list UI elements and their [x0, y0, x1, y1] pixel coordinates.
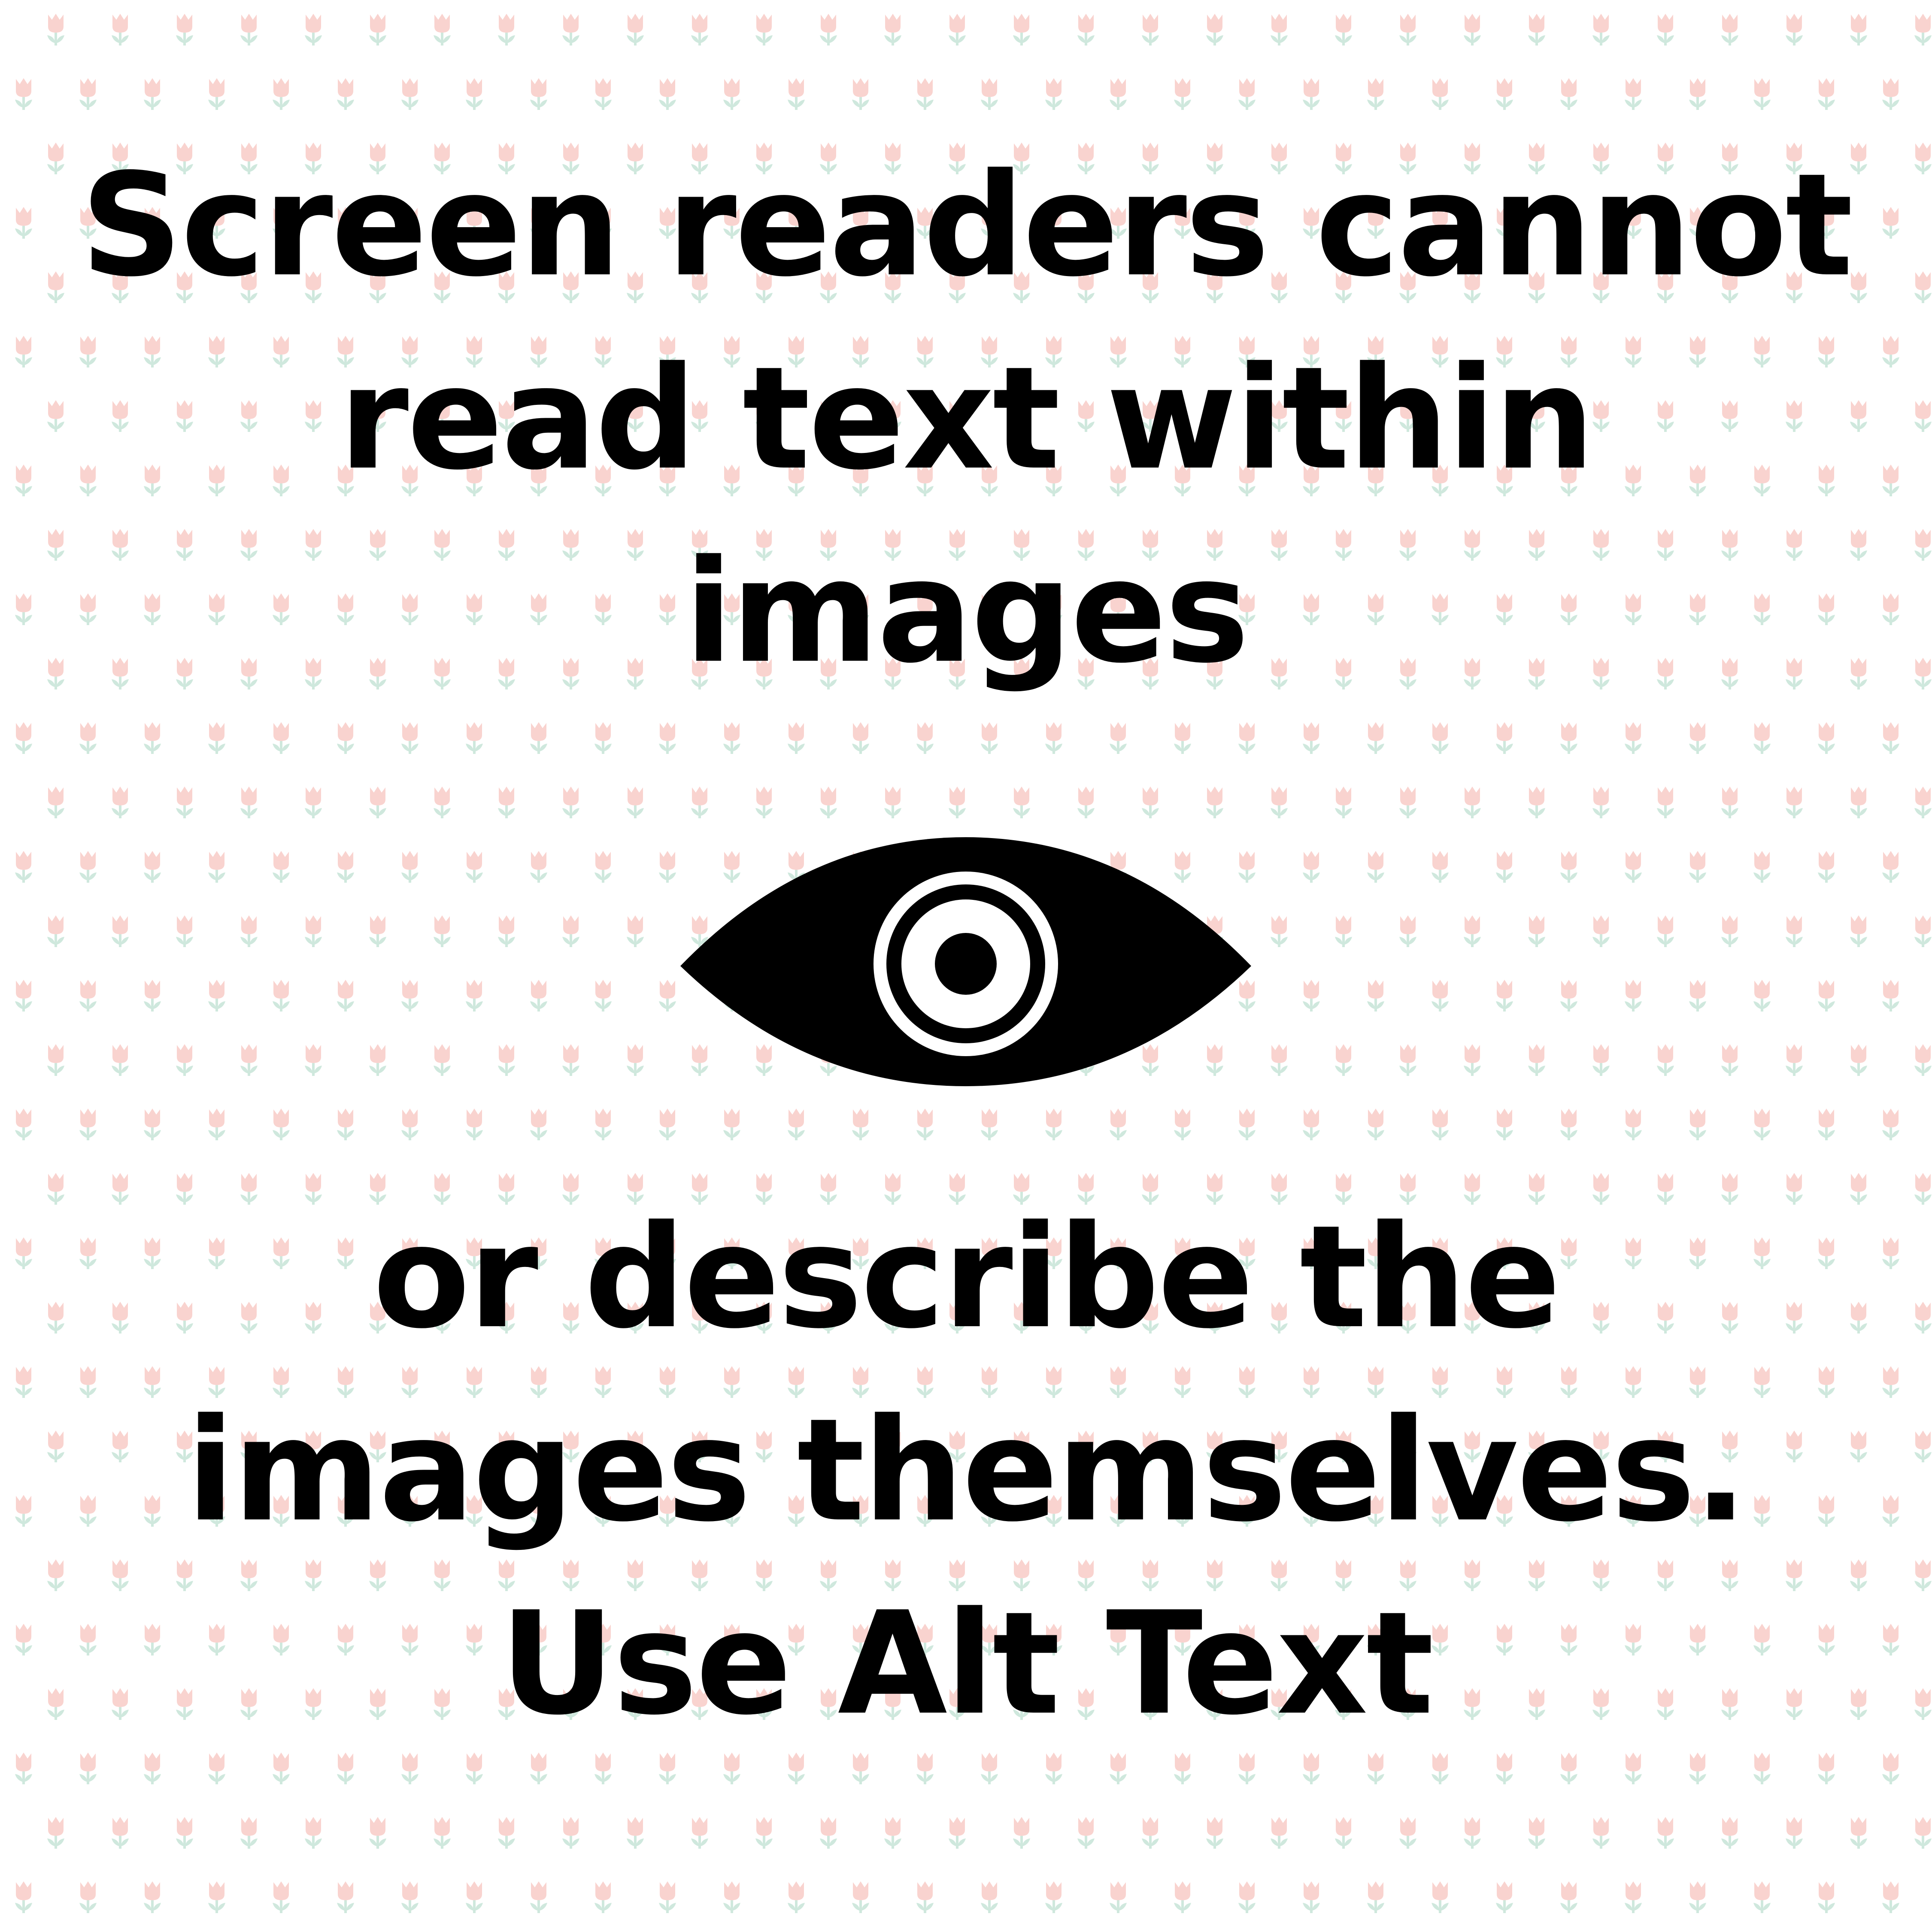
poster: Screen readers cannot read text within i…: [0, 0, 1932, 1932]
headline-line-1: Screen readers cannot: [80, 143, 1853, 308]
headline-line-3: images: [684, 529, 1249, 694]
headline-line-4: or describe the: [373, 1195, 1561, 1360]
headline-top: Screen readers cannot read text within i…: [64, 129, 1868, 708]
headline-bottom: or describe the images themselves. Use A…: [64, 1181, 1868, 1760]
headline-line-5: images themselves.: [186, 1388, 1747, 1553]
eye-icon: [680, 837, 1251, 1086]
headline-line-6: Use Alt Text: [500, 1581, 1434, 1746]
headline-line-2: read text within: [339, 336, 1595, 501]
